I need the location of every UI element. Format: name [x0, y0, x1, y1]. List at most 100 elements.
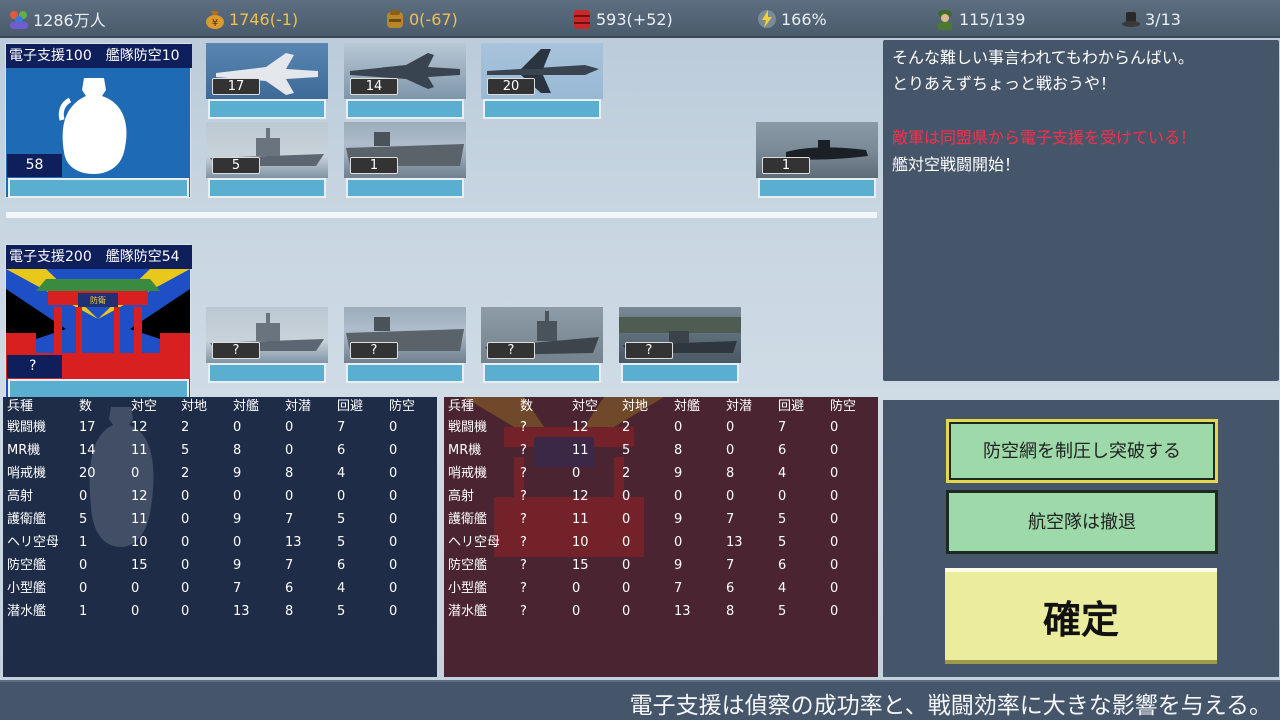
- stats-cell: 0: [389, 466, 398, 481]
- stats-cell: 5: [337, 535, 346, 550]
- stats-cell: 5: [778, 512, 787, 527]
- gate-sign: 防衛: [90, 295, 106, 305]
- stats-row: 高射? 12 0 0 0 0 0: [444, 487, 878, 510]
- stats-cell: 0: [674, 420, 683, 435]
- log-line: とりあえずちょっと戦おうや！: [892, 74, 1117, 93]
- stats-cell: 0: [726, 420, 735, 435]
- stats-cell: 0: [622, 512, 631, 527]
- population-resource: 1286万人: [8, 0, 106, 38]
- fuel-resource: 593(+52): [571, 0, 673, 38]
- stats-cell: ?: [520, 489, 527, 504]
- stats-cell: 7: [337, 420, 346, 435]
- stats-row: 護衛艦 5 11 0 9 7 5 0: [3, 510, 437, 533]
- stats-cell: 潜水艦: [7, 604, 47, 619]
- stats-cell: 0: [389, 489, 398, 504]
- stats-cell: 0: [830, 420, 839, 435]
- own-commander-count: 58: [7, 154, 62, 177]
- stats-cell: 15: [131, 558, 148, 573]
- stats-cell: 0: [726, 489, 735, 504]
- stats-cell: 2: [181, 420, 190, 435]
- stats-header-cell: 対地: [622, 399, 649, 414]
- own-commander-card[interactable]: 電子支援100 艦隊防空10 58: [5, 43, 192, 198]
- stats-cell: 潜水艦: [448, 604, 488, 619]
- stats-cell: 17: [79, 420, 96, 435]
- stats-row: 潜水艦 1 0 0 13 8 5 0: [3, 602, 437, 625]
- stats-row: 哨戒機? 0 2 9 8 4 0: [444, 464, 878, 487]
- stats-cell: 0: [233, 420, 242, 435]
- stats-header-cell: 対地: [181, 399, 208, 414]
- unit-card-patrol-plane[interactable]: 20: [481, 43, 603, 121]
- stats-cell: 7: [726, 512, 735, 527]
- fuel-value: 593(+52): [596, 9, 673, 29]
- battle-log-panel: そんな難しい事言われてもわからんばい。 とりあえずちょっと戦おうや！ 敵軍は同盟…: [883, 40, 1279, 381]
- stats-cell: 4: [778, 581, 787, 596]
- stats-header-cell: 兵種: [448, 399, 475, 414]
- stats-cell: 0: [778, 489, 787, 504]
- stats-row: 戦闘機 17 12 2 0 0 7 0: [3, 418, 437, 441]
- enemy-commander-card[interactable]: 防衛 電子支援200 艦隊防空54 ?: [5, 244, 192, 399]
- stats-cell: 6: [778, 443, 787, 458]
- troops-value: 115/139: [959, 9, 1026, 29]
- stats-cell: 8: [233, 443, 242, 458]
- unit-card-escort-ship[interactable]: 5: [206, 122, 328, 200]
- stats-row: ヘリ空母? 10 0 0 13 5 0: [444, 533, 878, 556]
- stats-cell: 9: [674, 466, 683, 481]
- stats-cell: 0: [389, 535, 398, 550]
- stats-cell: 0: [131, 604, 140, 619]
- enemy-stats-table: 兵種数対空 対地 対艦 対潜 回避 防空 戦闘機? 12 2 0 0 7 0 MR機? 11 5 8 0 6 0 哨戒機…: [444, 397, 878, 677]
- enemy-unit-card[interactable]: ?: [206, 307, 328, 385]
- withdraw-button[interactable]: 航空隊は撤退: [946, 490, 1218, 554]
- stats-cell: 0: [389, 512, 398, 527]
- money-bag-icon: ¥: [204, 8, 226, 30]
- enemy-unit-card[interactable]: ?: [619, 307, 741, 385]
- enemy-unit-card[interactable]: ?: [481, 307, 603, 385]
- unit-bar: [208, 363, 326, 383]
- stats-cell: 0: [181, 489, 190, 504]
- stats-cell: 0: [79, 558, 88, 573]
- confirm-button[interactable]: 確定: [945, 568, 1217, 664]
- unit-card-heli-carrier[interactable]: 1: [344, 122, 466, 200]
- stats-cell: 9: [233, 512, 242, 527]
- unit-card-mr-plane[interactable]: 14: [344, 43, 466, 121]
- stats-cell: 10: [572, 535, 589, 550]
- stats-cell: 7: [285, 512, 294, 527]
- stats-cell: ヘリ空母: [448, 535, 501, 550]
- stats-cell: 小型艦: [7, 581, 47, 596]
- breakthrough-button[interactable]: 防空網を制圧し突破する: [946, 419, 1218, 483]
- stats-header-cell: 対空: [131, 399, 158, 414]
- stats-cell: 0: [674, 535, 683, 550]
- stats-row: ヘリ空母 1 10 0 0 13 5 0: [3, 533, 437, 556]
- stats-cell: 7: [778, 420, 787, 435]
- stats-cell: 1: [79, 604, 88, 619]
- unit-card-fighter[interactable]: 17: [206, 43, 328, 121]
- unit-bar: [758, 178, 876, 198]
- stats-cell: ?: [520, 604, 527, 619]
- stats-cell: 7: [726, 558, 735, 573]
- enemy-unit-card[interactable]: ?: [344, 307, 466, 385]
- stats-cell: 0: [181, 581, 190, 596]
- stats-cell: 9: [233, 466, 242, 481]
- stats-cell: 9: [233, 558, 242, 573]
- stats-cell: MR機: [7, 443, 41, 458]
- stats-cell: 0: [181, 512, 190, 527]
- unit-card-submarine[interactable]: 1: [756, 122, 878, 200]
- resource-bar: 1286万人 ¥ 1746(-1) 0(-67) 593(+52) 166% 1…: [0, 0, 1280, 38]
- stats-cell: 10: [131, 535, 148, 550]
- stats-row: 高射 0 12 0 0 0 0 0: [3, 487, 437, 510]
- stats-header-cell: 対空: [572, 399, 599, 414]
- stats-row: 護衛艦? 11 0 9 7 5 0: [444, 510, 878, 533]
- turn-resource: 3/13: [1120, 0, 1181, 38]
- stats-cell: 11: [131, 443, 148, 458]
- stats-cell: 8: [674, 443, 683, 458]
- population-icon: [8, 8, 30, 30]
- stats-cell: 0: [622, 535, 631, 550]
- stats-cell: 5: [778, 604, 787, 619]
- stats-cell: 0: [622, 581, 631, 596]
- stats-header-cell: 対潜: [726, 399, 753, 414]
- stats-cell: 小型艦: [448, 581, 488, 596]
- stats-cell: 0: [830, 489, 839, 504]
- stats-cell: ?: [520, 535, 527, 550]
- stats-cell: 12: [572, 489, 589, 504]
- stats-header-cell: 回避: [778, 399, 805, 414]
- stats-cell: 0: [389, 558, 398, 573]
